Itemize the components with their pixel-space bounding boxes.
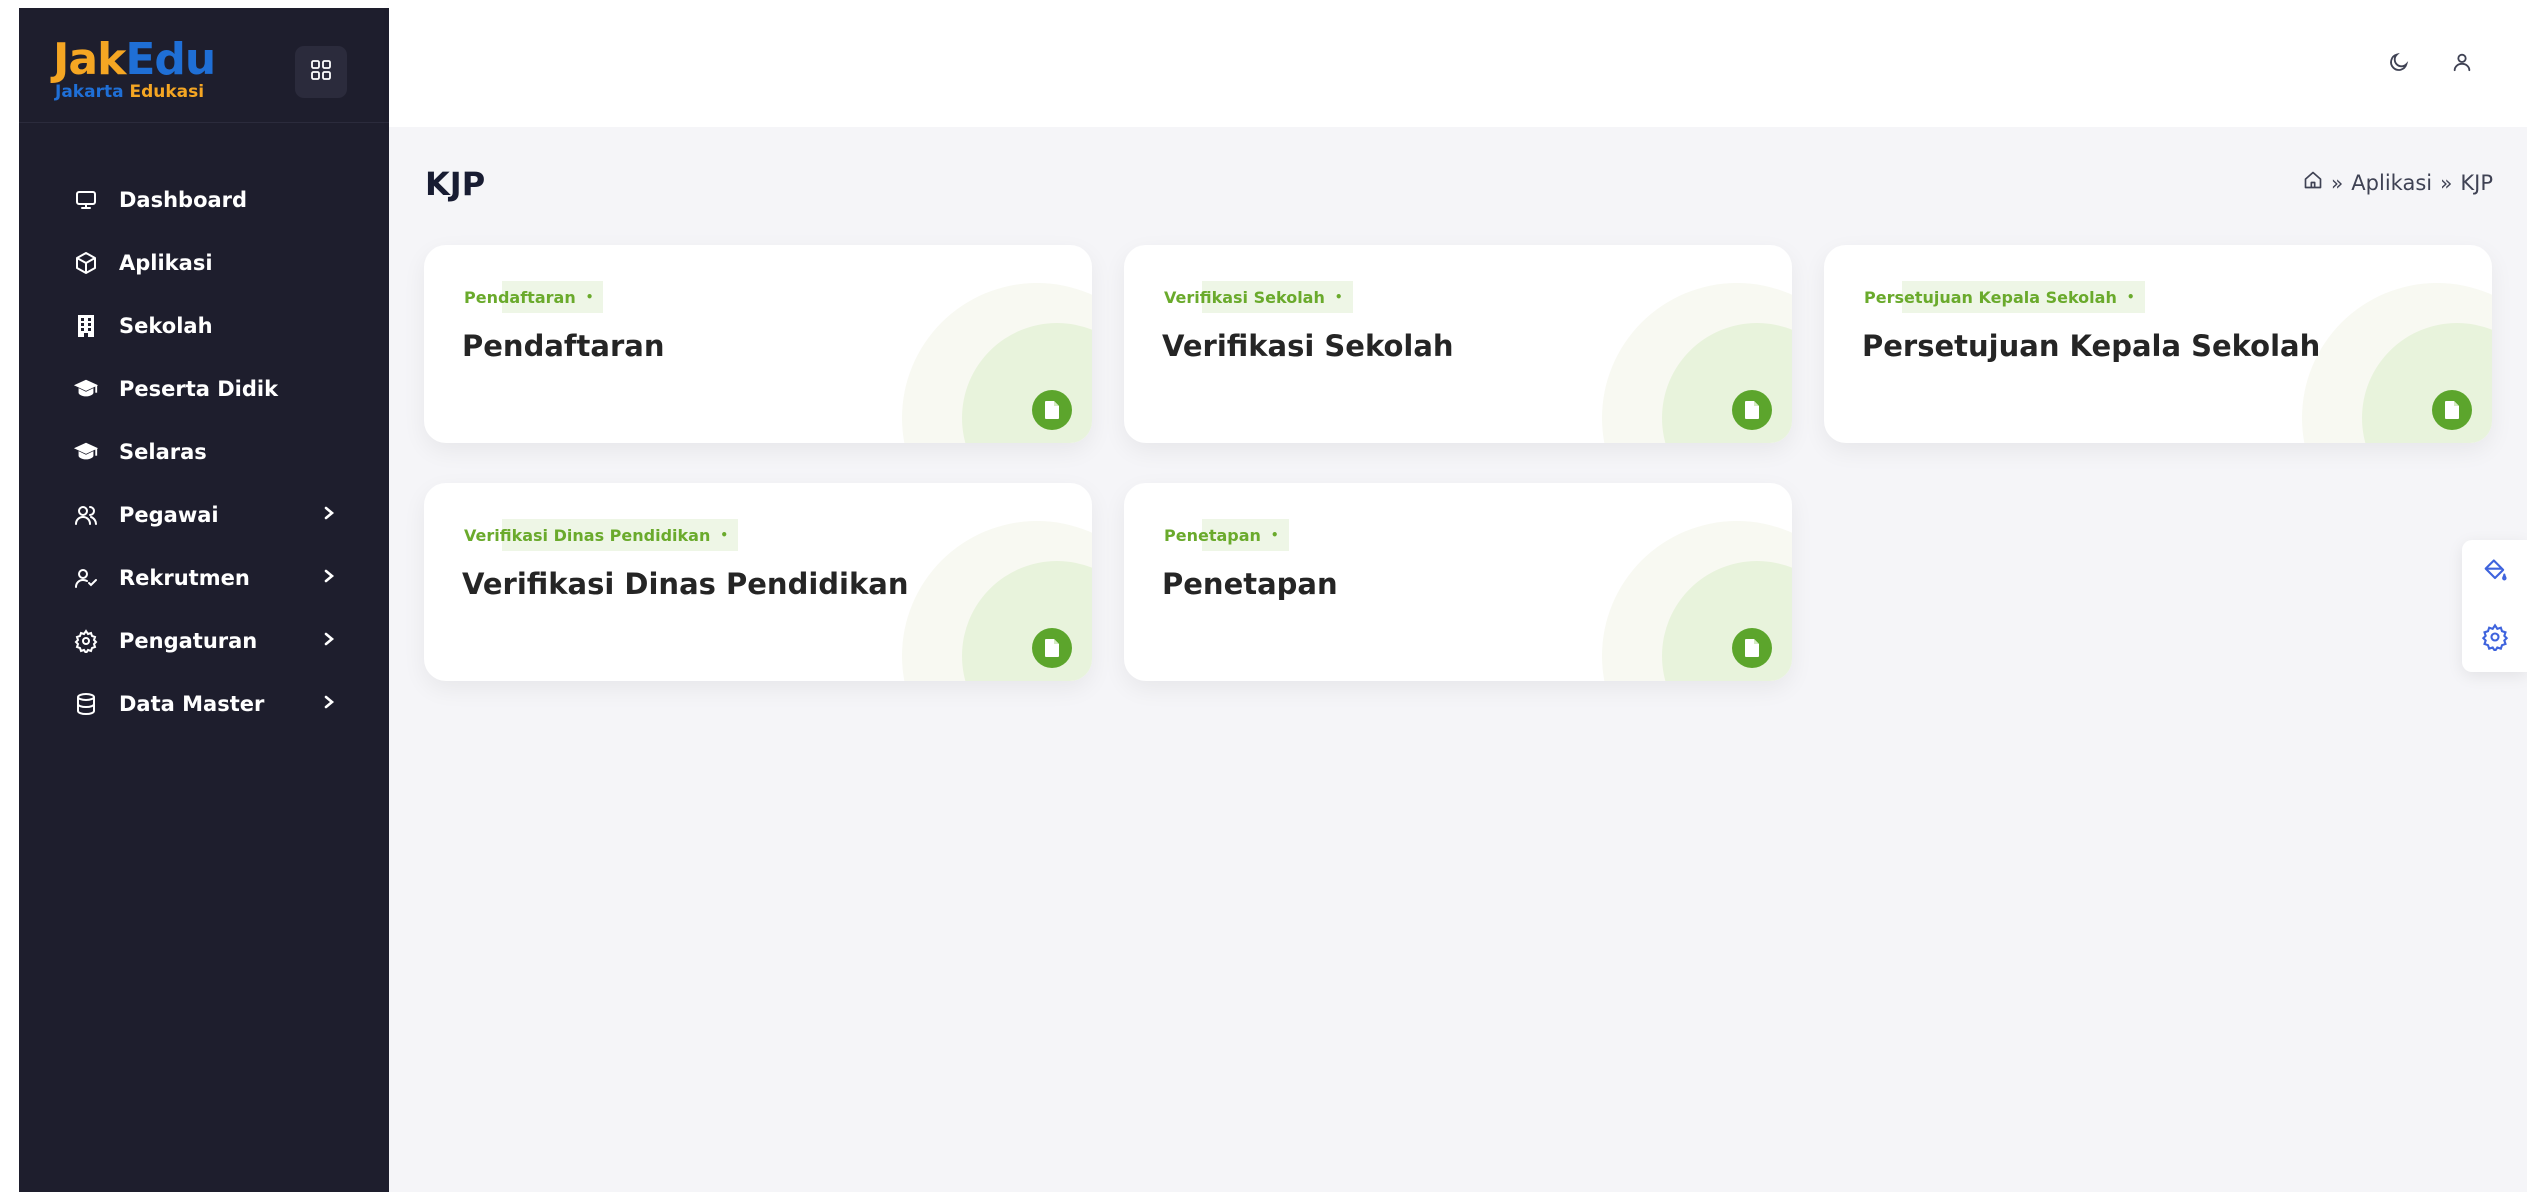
- sidebar-item-label: Pengaturan: [119, 628, 258, 653]
- cube-icon: [73, 250, 99, 276]
- card-verifikasi-sekolah[interactable]: Verifikasi Sekolah • Verifikasi Sekolah: [1124, 245, 1792, 443]
- sidebar-item-label: Data Master: [119, 691, 265, 716]
- chevron-right-icon: [319, 503, 339, 523]
- sidebar-item-label: Sekolah: [119, 313, 213, 338]
- document-icon: [2432, 390, 2472, 430]
- database-icon: [73, 691, 99, 717]
- breadcrumb-separator-icon: »: [2440, 170, 2453, 195]
- sidebar-item-sekolah[interactable]: Sekolah: [19, 294, 389, 357]
- sidebar-item-label: Dashboard: [119, 187, 248, 212]
- card-title: Verifikasi Sekolah: [1162, 329, 1454, 363]
- document-icon: [1732, 628, 1772, 668]
- sidebar-item-label: Rekrutmen: [119, 565, 250, 590]
- theme-customizer-button[interactable]: [2478, 556, 2512, 590]
- user-menu-button[interactable]: [2448, 50, 2476, 78]
- sidebar-nav: Dashboard Aplikasi Sekolah Peserta Didik: [19, 168, 389, 735]
- sidebar-header: JakEdu Jakarta Edukasi: [19, 8, 389, 123]
- logo-wordmark: JakEdu: [53, 34, 216, 85]
- page-title: KJP: [425, 165, 486, 203]
- sidebar-item-label: Aplikasi: [119, 250, 213, 275]
- card-penetapan[interactable]: Penetapan • Penetapan: [1124, 483, 1792, 681]
- logo-subtitle: Jakarta Edukasi: [55, 82, 205, 102]
- card-verifikasi-dinas-pendidikan[interactable]: Verifikasi Dinas Pendidikan • Verifikasi …: [424, 483, 1092, 681]
- floating-tools-panel: [2462, 540, 2527, 672]
- paint-bucket-icon: [2481, 557, 2509, 589]
- grid-icon: [310, 59, 332, 85]
- sidebar-toggle-button[interactable]: [295, 46, 347, 98]
- card-pendaftaran[interactable]: Pendaftaran • Pendaftaran: [424, 245, 1092, 443]
- chevron-right-icon: [319, 629, 339, 649]
- user-check-icon: [73, 565, 99, 591]
- settings-button[interactable]: [2478, 622, 2512, 656]
- top-header: [389, 0, 2527, 127]
- app-frame: JakEdu Jakarta Edukasi Dashboard Aplikas…: [0, 0, 2527, 1192]
- gear-icon: [73, 628, 99, 654]
- gear-icon: [2481, 623, 2509, 655]
- monitor-icon: [73, 187, 99, 213]
- home-icon[interactable]: [2303, 170, 2323, 195]
- user-icon: [2451, 51, 2473, 77]
- card-tag: Pendaftaran •: [462, 281, 604, 313]
- card-title: Pendaftaran: [462, 329, 665, 363]
- sidebar-item-selaras[interactable]: Selaras: [19, 420, 389, 483]
- card-title: Penetapan: [1162, 567, 1338, 601]
- document-icon: [1732, 390, 1772, 430]
- card-title: Verifikasi Dinas Pendidikan: [462, 567, 909, 601]
- sidebar-item-rekrutmen[interactable]: Rekrutmen: [19, 546, 389, 609]
- sidebar-item-pegawai[interactable]: Pegawai: [19, 483, 389, 546]
- breadcrumb-item[interactable]: Aplikasi: [2351, 171, 2432, 195]
- sidebar-item-label: Peserta Didik: [119, 376, 279, 401]
- sidebar-item-aplikasi[interactable]: Aplikasi: [19, 231, 389, 294]
- graduation-cap-icon: [73, 439, 99, 465]
- breadcrumb-item-current: KJP: [2460, 170, 2493, 195]
- card-tag: Penetapan •: [1162, 519, 1289, 551]
- chevron-right-icon: [319, 566, 339, 586]
- card-title: Persetujuan Kepala Sekolah: [1862, 329, 2321, 363]
- document-icon: [1032, 628, 1072, 668]
- sidebar-item-pengaturan[interactable]: Pengaturan: [19, 609, 389, 672]
- card-tag: Verifikasi Dinas Pendidikan •: [462, 519, 738, 551]
- building-icon: [73, 313, 99, 339]
- graduation-cap-icon: [73, 376, 99, 402]
- sidebar: JakEdu Jakarta Edukasi Dashboard Aplikas…: [19, 8, 389, 1192]
- card-persetujuan-kepala-sekolah[interactable]: Persetujuan Kepala Sekolah • Persetujuan …: [1824, 245, 2492, 443]
- card-tag: Persetujuan Kepala Sekolah •: [1862, 281, 2145, 313]
- chevron-right-icon: [319, 692, 339, 712]
- breadcrumb: » Aplikasi » KJP: [2303, 170, 2493, 195]
- sidebar-item-dashboard[interactable]: Dashboard: [19, 168, 389, 231]
- sidebar-item-data-master[interactable]: Data Master: [19, 672, 389, 735]
- theme-toggle-button[interactable]: [2385, 50, 2413, 78]
- sidebar-item-label: Pegawai: [119, 502, 219, 527]
- moon-icon: [2388, 51, 2410, 77]
- sidebar-item-peserta-didik[interactable]: Peserta Didik: [19, 357, 389, 420]
- breadcrumb-separator-icon: »: [2331, 170, 2344, 195]
- jakedu-logo[interactable]: JakEdu Jakarta Edukasi: [53, 30, 223, 110]
- document-icon: [1032, 390, 1072, 430]
- sidebar-item-label: Selaras: [119, 439, 207, 464]
- main-content: KJP » Aplikasi » KJP Pendaftaran • Pendaf…: [389, 127, 2527, 1192]
- users-icon: [73, 502, 99, 528]
- card-tag: Verifikasi Sekolah •: [1162, 281, 1353, 313]
